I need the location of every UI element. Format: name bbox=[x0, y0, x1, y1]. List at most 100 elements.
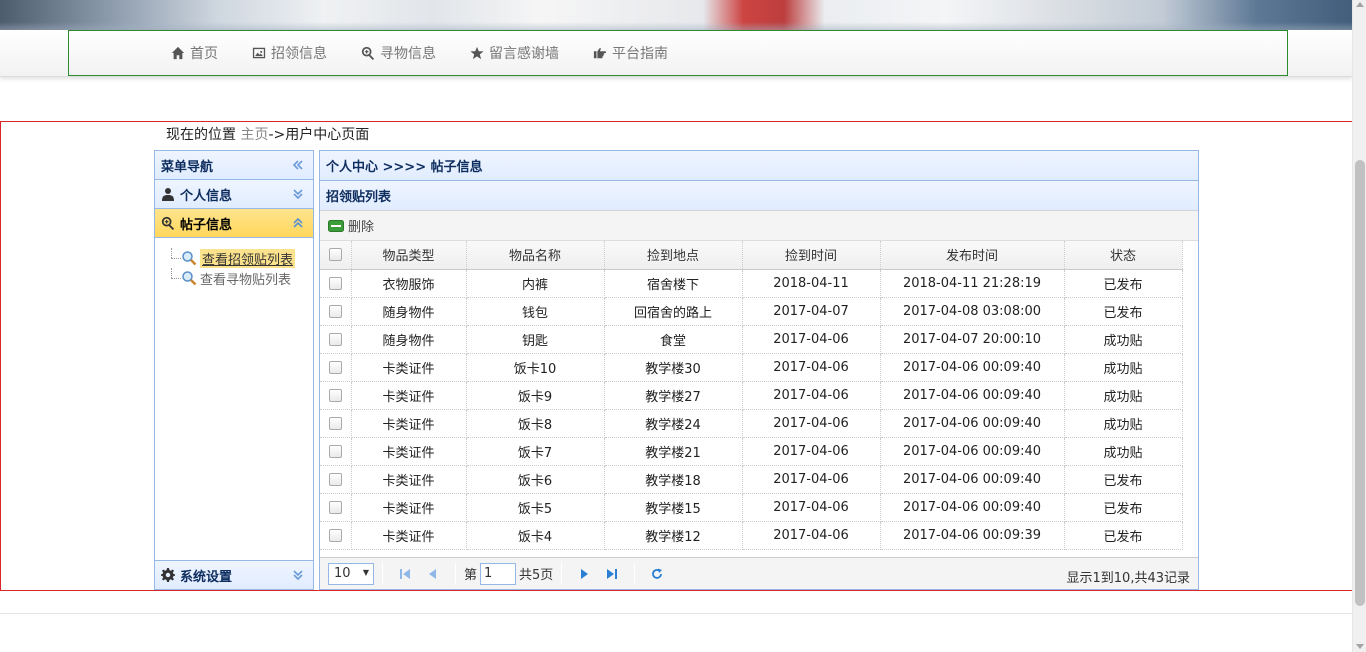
menu-system-settings[interactable]: 系统设置 bbox=[155, 560, 313, 589]
page-total: 共5页 bbox=[519, 568, 554, 583]
expand-down-icon[interactable] bbox=[291, 187, 305, 201]
column-header[interactable]: 物品类型 bbox=[351, 241, 467, 270]
nav-guide[interactable]: 平台指南 bbox=[593, 43, 668, 63]
breadcrumb: 现在的位置 主页->用户中心页面 bbox=[166, 124, 369, 144]
post-table: 物品类型 物品名称 捡到地点 捡到时间 发布时间 状态 衣物服饰 内裤 宿舍楼下 20… bbox=[320, 241, 1183, 550]
top-banner-image bbox=[0, 0, 1352, 30]
row-checkbox[interactable] bbox=[320, 409, 352, 438]
pagination-summary: 显示1到10,共43记录 bbox=[1066, 571, 1191, 586]
table-cell: 卡类证件 bbox=[351, 381, 467, 410]
content-panel: 个人中心 >>>> 帖子信息 招领贴列表 删除 物品类型 物品名称 捡到地点 捡… bbox=[319, 150, 1199, 590]
scroll-thumb[interactable] bbox=[1355, 160, 1365, 606]
last-page-icon bbox=[607, 568, 618, 579]
tree-item-found-list[interactable]: 查看招领贴列表 bbox=[167, 248, 313, 268]
table-cell: 成功贴 bbox=[1064, 381, 1183, 410]
nav-thanks-wall[interactable]: 留言感谢墙 bbox=[470, 43, 559, 63]
table-row[interactable]: 卡类证件 饭卡8 教学楼24 2017-04-06 2017-04-06 00:09:4… bbox=[320, 409, 1183, 438]
tree-item-lost-list[interactable]: 查看寻物贴列表 bbox=[167, 268, 313, 288]
table-cell: 2017-04-08 03:08:00 bbox=[880, 297, 1065, 326]
table-row[interactable]: 卡类证件 饭卡4 教学楼12 2017-04-06 2017-04-06 00:09:3… bbox=[320, 521, 1183, 550]
nav-lost-items[interactable]: 寻物信息 bbox=[361, 43, 436, 63]
page-scrollbar[interactable] bbox=[1352, 0, 1366, 652]
prev-page-icon bbox=[429, 568, 436, 579]
delete-icon bbox=[328, 219, 344, 232]
table-cell: 教学楼18 bbox=[604, 465, 743, 494]
collapse-up-icon[interactable] bbox=[291, 216, 305, 230]
delete-button[interactable]: 删除 bbox=[328, 216, 374, 235]
row-checkbox[interactable] bbox=[320, 381, 352, 410]
menu-title: 菜单导航 bbox=[155, 151, 313, 180]
user-icon bbox=[162, 188, 174, 201]
expand-down-icon[interactable] bbox=[291, 568, 305, 582]
table-cell: 教学楼15 bbox=[604, 493, 743, 522]
prev-page-button[interactable] bbox=[422, 563, 444, 585]
select-all-checkbox[interactable] bbox=[320, 241, 352, 270]
table-cell: 饭卡7 bbox=[466, 437, 605, 466]
table-cell: 饭卡6 bbox=[466, 465, 605, 494]
nav-home[interactable]: 首页 bbox=[171, 43, 218, 63]
table-cell: 宿舍楼下 bbox=[604, 269, 743, 298]
table-cell: 成功贴 bbox=[1064, 409, 1183, 438]
table-cell: 成功贴 bbox=[1064, 325, 1183, 354]
table-cell: 2017-04-06 bbox=[742, 521, 881, 550]
row-checkbox[interactable] bbox=[320, 297, 352, 326]
menu-personal-info[interactable]: 个人信息 bbox=[155, 180, 313, 209]
table-cell: 2017-04-06 bbox=[742, 409, 881, 438]
table-row[interactable]: 卡类证件 饭卡10 教学楼30 2017-04-06 2017-04-06 00:09:… bbox=[320, 353, 1183, 382]
page-number-input[interactable]: 1 bbox=[480, 562, 517, 585]
gear-icon bbox=[161, 568, 175, 582]
table-row[interactable]: 卡类证件 饭卡7 教学楼21 2017-04-06 2017-04-06 00:09:4… bbox=[320, 437, 1183, 466]
row-checkbox[interactable] bbox=[320, 437, 352, 466]
magnifier-icon bbox=[182, 271, 197, 286]
table-header-row: 物品类型 物品名称 捡到地点 捡到时间 发布时间 状态 bbox=[320, 241, 1183, 270]
table-row[interactable]: 随身物件 钥匙 食堂 2017-04-06 2017-04-07 20:00:10 成功贴 bbox=[320, 325, 1183, 354]
table-cell: 2018-04-11 bbox=[742, 269, 881, 298]
last-page-button[interactable] bbox=[601, 563, 623, 585]
column-header[interactable]: 捡到地点 bbox=[604, 241, 743, 270]
breadcrumb-home-link[interactable]: 主页 bbox=[240, 127, 268, 143]
table-cell: 内裤 bbox=[466, 269, 605, 298]
table-cell: 2017-04-06 00:09:40 bbox=[880, 493, 1065, 522]
sidebar-menu: 菜单导航 个人信息 帖子信息 查看招领贴列表 查看寻物贴列表 系统设置 bbox=[154, 150, 314, 590]
table-row[interactable]: 衣物服饰 内裤 宿舍楼下 2018-04-11 2018-04-11 21:28:19 已… bbox=[320, 269, 1183, 298]
table-cell: 教学楼27 bbox=[604, 381, 743, 410]
row-checkbox[interactable] bbox=[320, 353, 352, 382]
table-cell: 卡类证件 bbox=[351, 437, 467, 466]
first-page-button[interactable] bbox=[394, 563, 416, 585]
row-checkbox[interactable] bbox=[320, 493, 352, 522]
table-cell: 教学楼24 bbox=[604, 409, 743, 438]
next-page-icon bbox=[581, 568, 589, 579]
column-header[interactable]: 发布时间 bbox=[880, 241, 1065, 270]
scroll-down-arrow[interactable] bbox=[1356, 644, 1364, 649]
column-header[interactable]: 状态 bbox=[1064, 241, 1183, 270]
refresh-button[interactable] bbox=[646, 563, 668, 585]
table-cell: 饭卡9 bbox=[466, 381, 605, 410]
next-page-button[interactable] bbox=[573, 563, 595, 585]
table-cell: 随身物件 bbox=[351, 325, 467, 354]
datagrid-toolbar: 删除 bbox=[320, 211, 1198, 241]
page-size-select[interactable]: 10 bbox=[328, 562, 374, 585]
scroll-up-arrow[interactable] bbox=[1356, 2, 1364, 7]
column-header[interactable]: 物品名称 bbox=[466, 241, 605, 270]
table-cell: 已发布 bbox=[1064, 297, 1183, 326]
row-checkbox[interactable] bbox=[320, 269, 352, 298]
list-title: 招领贴列表 bbox=[320, 181, 1198, 211]
column-header[interactable]: 捡到时间 bbox=[742, 241, 881, 270]
table-cell: 2017-04-06 00:09:40 bbox=[880, 437, 1065, 466]
table-row[interactable]: 卡类证件 饭卡6 教学楼18 2017-04-06 2017-04-06 00:09:4… bbox=[320, 465, 1183, 494]
page-prefix: 第 bbox=[464, 568, 478, 583]
table-row[interactable]: 随身物件 钱包 回宿舍的路上 2017-04-07 2017-04-08 03:08:0… bbox=[320, 297, 1183, 326]
collapse-left-icon[interactable] bbox=[291, 158, 305, 172]
row-checkbox[interactable] bbox=[320, 325, 352, 354]
table-cell: 2017-04-07 20:00:10 bbox=[880, 325, 1065, 354]
row-checkbox[interactable] bbox=[320, 465, 352, 494]
row-checkbox[interactable] bbox=[320, 521, 352, 550]
table-row[interactable]: 卡类证件 饭卡9 教学楼27 2017-04-06 2017-04-06 00:09:4… bbox=[320, 381, 1183, 410]
table-cell: 成功贴 bbox=[1064, 437, 1183, 466]
nav-found-items[interactable]: 招领信息 bbox=[252, 43, 327, 63]
table-cell: 饭卡5 bbox=[466, 493, 605, 522]
table-row[interactable]: 卡类证件 饭卡5 教学楼15 2017-04-06 2017-04-06 00:09:4… bbox=[320, 493, 1183, 522]
table-cell: 已发布 bbox=[1064, 269, 1183, 298]
menu-post-info[interactable]: 帖子信息 bbox=[155, 209, 313, 238]
table-cell: 2017-04-06 bbox=[742, 353, 881, 382]
